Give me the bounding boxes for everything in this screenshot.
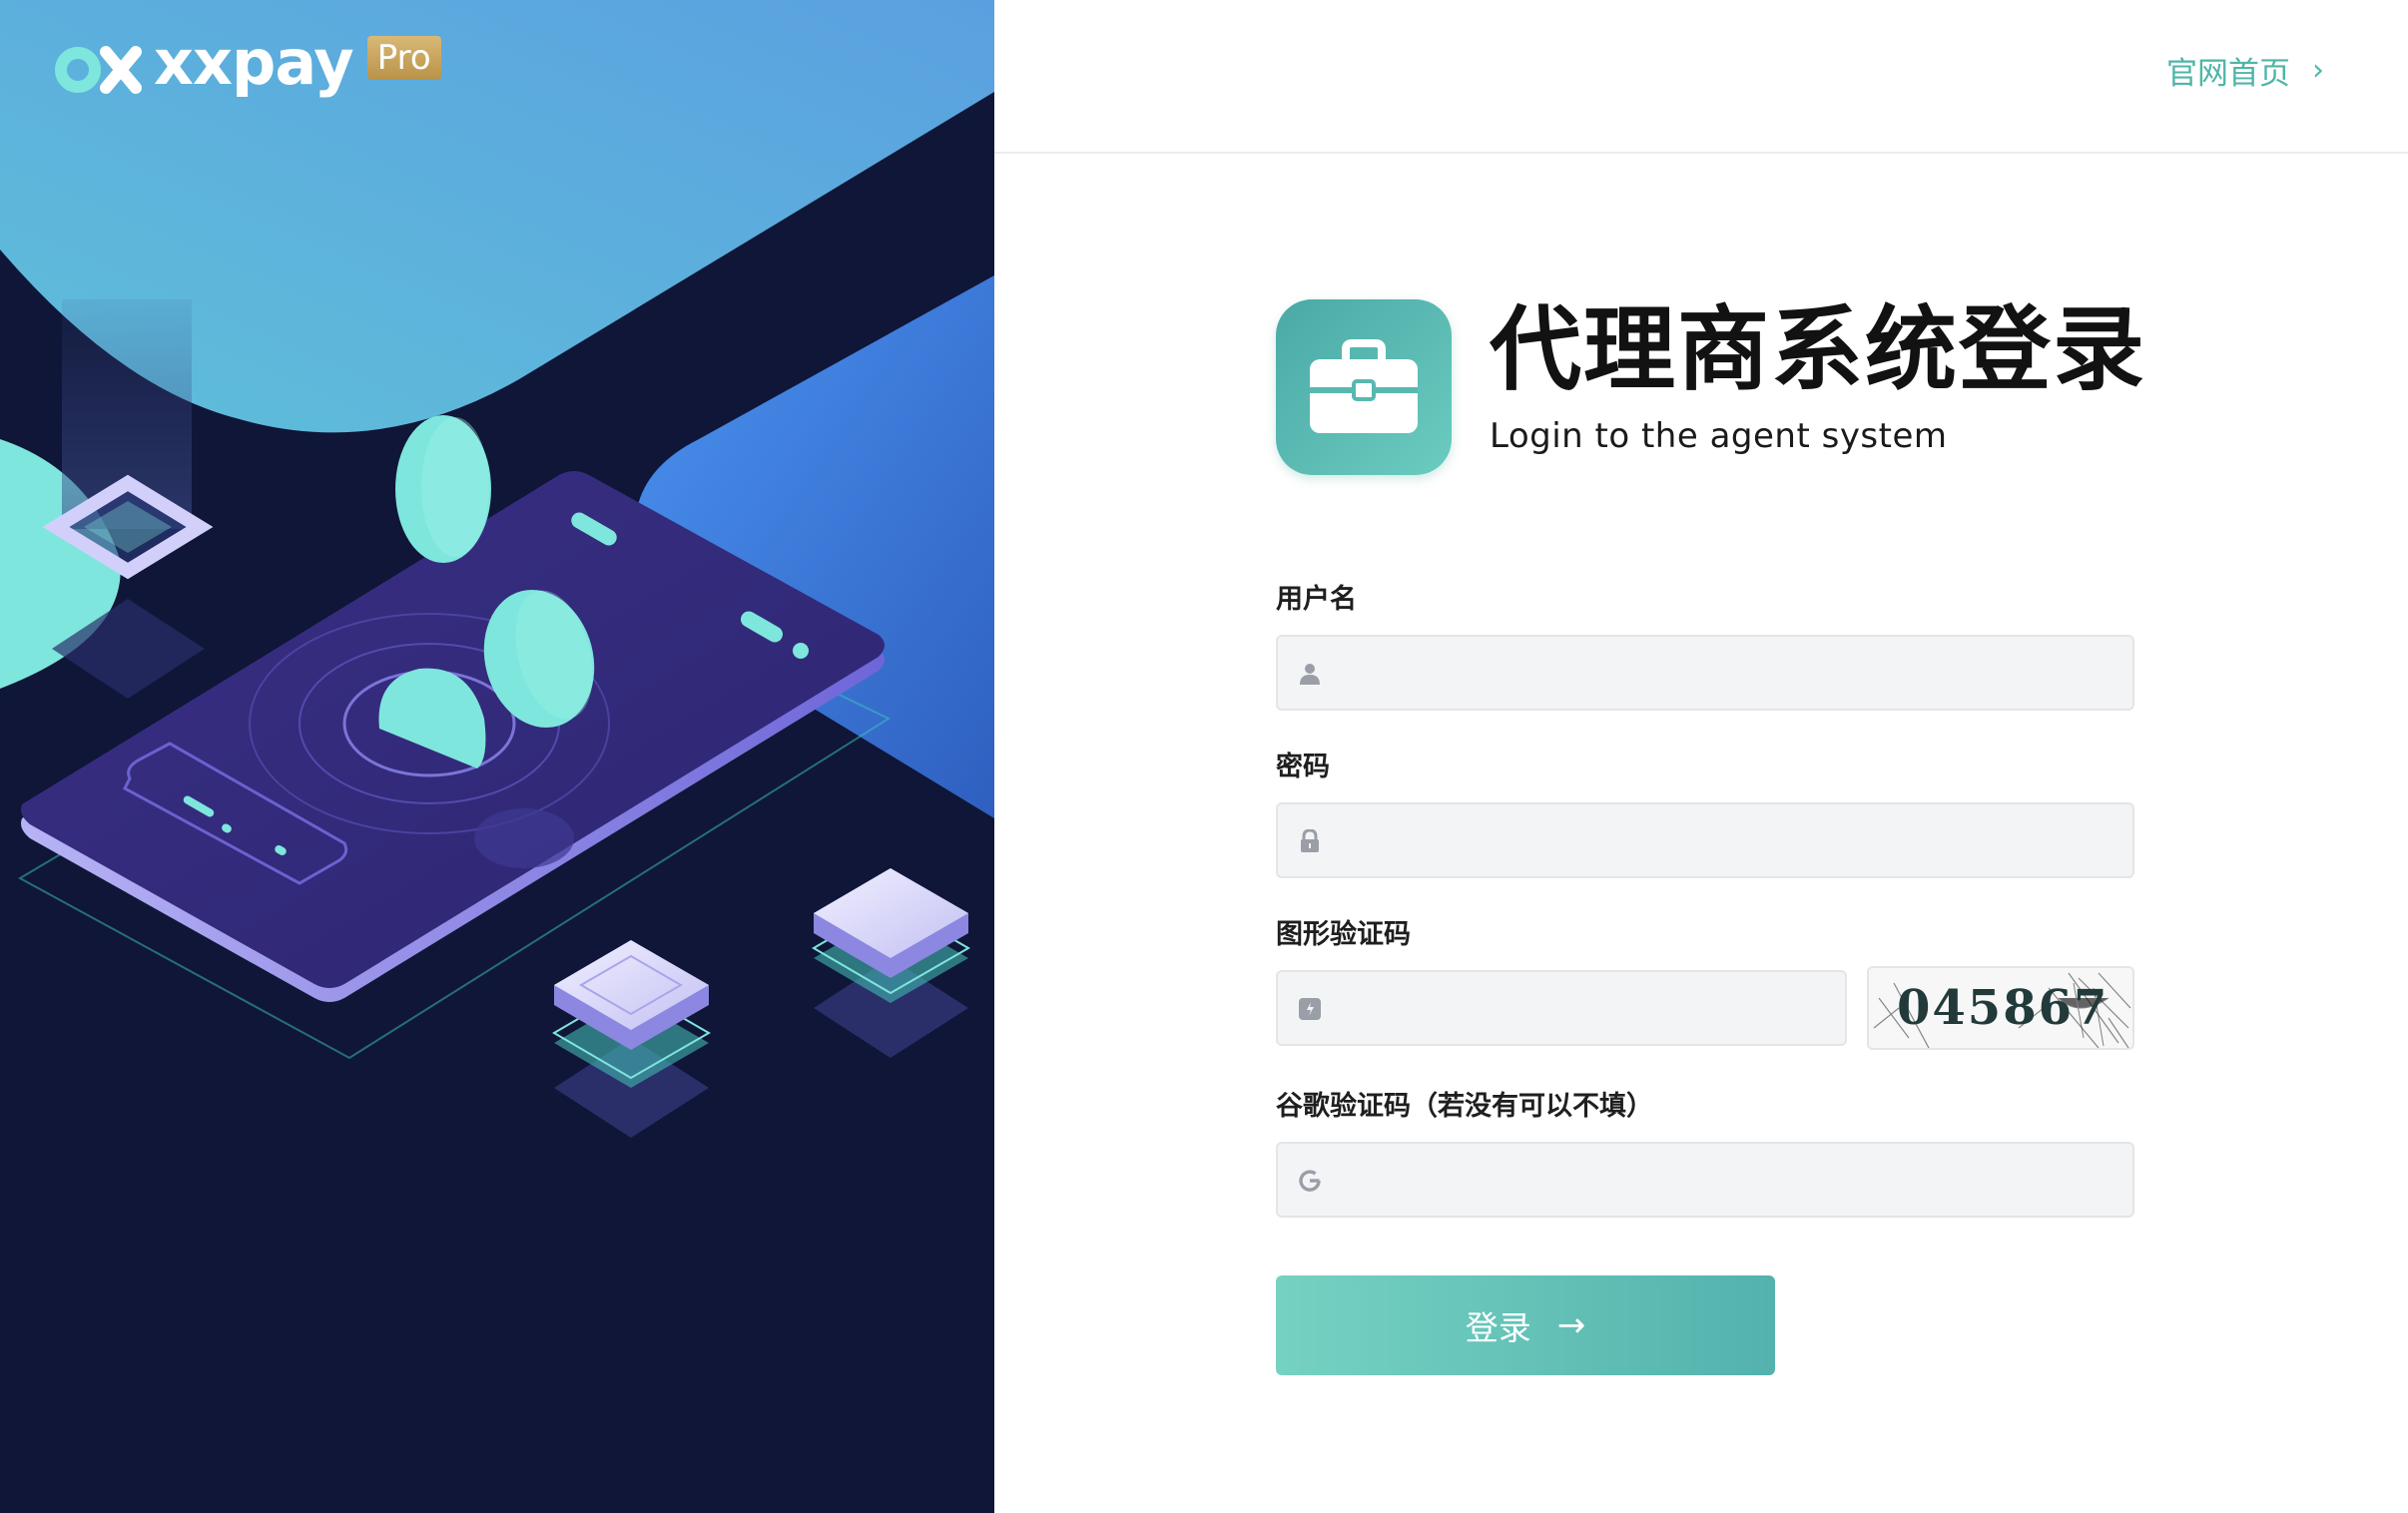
google-code-label: 谷歌验证码（若没有可以不填） bbox=[1276, 1091, 1653, 1122]
username-label: 用户名 bbox=[1276, 584, 1357, 615]
password-input-wrap bbox=[1276, 802, 2134, 878]
page-title: 代理商系统登录 bbox=[1490, 296, 2147, 403]
home-link-label: 官网首页 bbox=[2166, 56, 2290, 92]
captcha-field-group: 图形验证码 045867 bbox=[1276, 920, 2134, 1050]
captcha-image[interactable]: 045867 bbox=[1867, 966, 2134, 1050]
google-code-input[interactable] bbox=[1344, 1144, 2120, 1218]
google-code-field-group: 谷歌验证码（若没有可以不填） bbox=[1276, 1092, 2134, 1218]
login-form: 用户名 密码 图形验证码 045867 谷歌验证码（若没有可以不填） bbox=[1276, 585, 2134, 1260]
pro-badge: Pro bbox=[366, 36, 441, 80]
official-home-link[interactable]: 官网首页 › bbox=[2166, 48, 2324, 93]
illustration-panel: xxpay Pro bbox=[0, 0, 994, 1513]
login-heading: 代理商系统登录 Login to the agent system bbox=[1276, 299, 2146, 475]
captcha-icon bbox=[1299, 998, 1321, 1020]
google-icon bbox=[1299, 1170, 1321, 1192]
page-subtitle: Login to the agent system bbox=[1490, 416, 1948, 456]
password-field-group: 密码 bbox=[1276, 753, 2134, 878]
username-input-wrap bbox=[1276, 635, 2134, 711]
chevron-right-icon: › bbox=[2312, 53, 2324, 88]
lock-icon bbox=[1301, 829, 1319, 852]
brand-logo[interactable]: xxpay Pro bbox=[54, 26, 441, 99]
login-panel: 官网首页 › 代理商系统登录 Login to the agent system… bbox=[994, 0, 2408, 1513]
captcha-label: 图形验证码 bbox=[1276, 919, 1411, 950]
username-field-group: 用户名 bbox=[1276, 585, 2134, 711]
login-page: xxpay Pro 官网首页 › 代理商系统登录 Login to the ag… bbox=[0, 0, 2408, 1513]
user-icon bbox=[1300, 664, 1320, 685]
captcha-input[interactable] bbox=[1344, 972, 1833, 1046]
password-label: 密码 bbox=[1276, 752, 1330, 782]
captcha-input-wrap bbox=[1276, 970, 1847, 1046]
login-button[interactable]: 登录 → bbox=[1276, 1275, 1775, 1375]
arrow-right-icon: → bbox=[1556, 1305, 1586, 1345]
login-button-label: 登录 bbox=[1465, 1308, 1531, 1347]
briefcase-icon bbox=[1276, 299, 1452, 475]
captcha-code-text: 045867 bbox=[1897, 980, 2109, 1036]
password-input[interactable] bbox=[1344, 804, 2120, 878]
infinity-logo-icon bbox=[55, 46, 142, 94]
top-bar: 官网首页 › bbox=[994, 0, 2408, 154]
logo-text: xxpay bbox=[154, 26, 354, 99]
google-code-input-wrap bbox=[1276, 1142, 2134, 1218]
username-input[interactable] bbox=[1344, 637, 2120, 711]
login-illustration bbox=[0, 0, 994, 1138]
